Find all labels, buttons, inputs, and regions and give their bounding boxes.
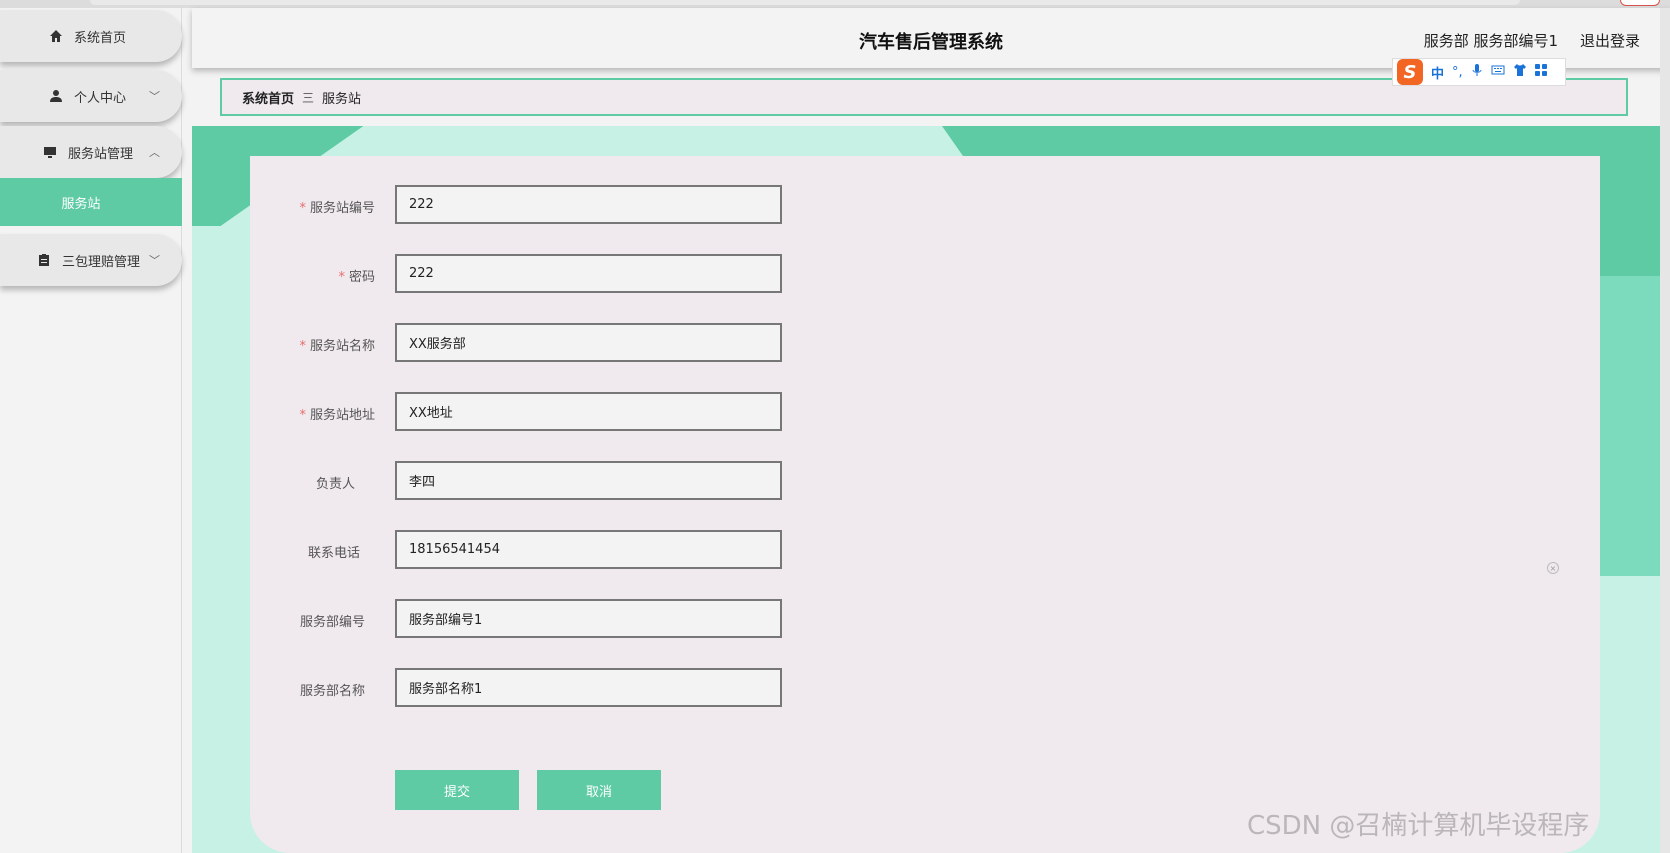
logout-link[interactable]: 退出登录 [1580, 30, 1640, 51]
field-label: 联系电话 [307, 546, 360, 561]
ime-toolbar: S 中 °, [1392, 58, 1566, 86]
department-name-input[interactable]: 服务部名称1 [395, 668, 782, 707]
clipboard-icon [36, 252, 52, 268]
field-label: * 密码 [338, 270, 375, 285]
form-row-manager: 负责人 李四 [250, 461, 950, 501]
station-name-input[interactable]: XX服务部 [395, 323, 782, 362]
form-row-department-id: 服务部编号 服务部编号1 [250, 599, 950, 639]
breadcrumb-current: 服务站 [322, 91, 362, 107]
keyboard-icon[interactable] [1491, 64, 1505, 80]
sidebar: 系统首页 个人中心 ﹀ 服务站管理 ︿ 服务站 三包理赔管理 ﹀ [0, 8, 182, 853]
submit-button[interactable]: 提交 [395, 770, 519, 810]
watermark: CSDN @召楠计算机毕设程序 [1247, 811, 1590, 841]
monitor-icon [42, 144, 58, 160]
form-row-station-id: * 服务站编号 222 [250, 185, 950, 225]
browser-button-edge [1620, 0, 1660, 6]
form-row-station-name: * 服务站名称 XX服务部 [250, 323, 950, 363]
field-label: 服务部名称 [299, 684, 365, 699]
chevron-up-icon: ︿ [149, 146, 160, 159]
scrollbar[interactable] [1660, 8, 1670, 853]
sidebar-item-warranty-claims[interactable]: 三包理赔管理 ﹀ [0, 234, 182, 286]
address-bar-edge [90, 0, 1520, 5]
required-mark: * [299, 339, 306, 354]
form-row-password: * 密码 222 [250, 254, 950, 294]
sidebar-item-label: 个人中心 [74, 90, 127, 106]
current-user: 服务部 服务部编号1 [1423, 32, 1558, 50]
form-card: * 服务站编号 222 * 密码 222 * 服务站名称 XX服务部 * 服务站地址 X… [250, 156, 1600, 853]
sidebar-subitem-station[interactable]: 服务站 [0, 178, 182, 226]
grid-icon[interactable] [1534, 64, 1547, 80]
field-label: * 服务站编号 [299, 201, 375, 216]
form-row-department-name: 服务部名称 服务部名称1 [250, 668, 950, 708]
sogou-logo-icon[interactable]: S [1397, 59, 1423, 85]
shirt-icon[interactable] [1513, 63, 1527, 81]
user-icon [48, 88, 64, 104]
required-mark: * [338, 270, 345, 285]
field-label: * 服务站地址 [299, 408, 375, 423]
sidebar-item-label: 三包理赔管理 [62, 254, 141, 270]
station-id-input[interactable]: 222 [395, 185, 782, 224]
sidebar-item-label: 系统首页 [74, 30, 127, 46]
form-row-phone: 联系电话 18156541454 [250, 530, 950, 570]
required-mark: * [299, 201, 306, 216]
field-label: 负责人 [315, 477, 355, 492]
form-row-station-address: * 服务站地址 XX地址 [250, 392, 950, 432]
breadcrumb-home[interactable]: 系统首页 [242, 88, 294, 107]
breadcrumb-separator: 三 [302, 90, 315, 105]
password-input[interactable]: 222 [395, 254, 782, 293]
sidebar-item-home[interactable]: 系统首页 [0, 10, 182, 62]
clear-circle-icon[interactable]: × [1547, 562, 1559, 574]
phone-input[interactable]: 18156541454 [395, 530, 782, 569]
field-label: * 服务站名称 [299, 339, 375, 354]
mic-icon[interactable] [1471, 63, 1483, 81]
decor-stripe [1600, 276, 1660, 576]
browser-top-strip [0, 0, 1670, 8]
field-label: 服务部编号 [299, 615, 365, 630]
cancel-button[interactable]: 取消 [537, 770, 661, 810]
chevron-down-icon: ﹀ [149, 254, 160, 267]
chevron-down-icon: ﹀ [149, 90, 160, 103]
required-mark: * [299, 408, 306, 423]
sidebar-item-label: 服务站 [61, 196, 101, 212]
sidebar-item-label: 服务站管理 [68, 146, 134, 162]
ime-language-toggle[interactable]: 中 [1431, 63, 1444, 82]
department-id-input[interactable]: 服务部编号1 [395, 599, 782, 638]
sidebar-item-personal-center[interactable]: 个人中心 ﹀ [0, 70, 182, 122]
sidebar-item-station-management[interactable]: 服务站管理 ︿ [0, 126, 182, 178]
station-address-input[interactable]: XX地址 [395, 392, 782, 431]
manager-input[interactable]: 李四 [395, 461, 782, 500]
home-icon [48, 28, 64, 44]
ime-punctuation-toggle[interactable]: °, [1452, 65, 1463, 80]
